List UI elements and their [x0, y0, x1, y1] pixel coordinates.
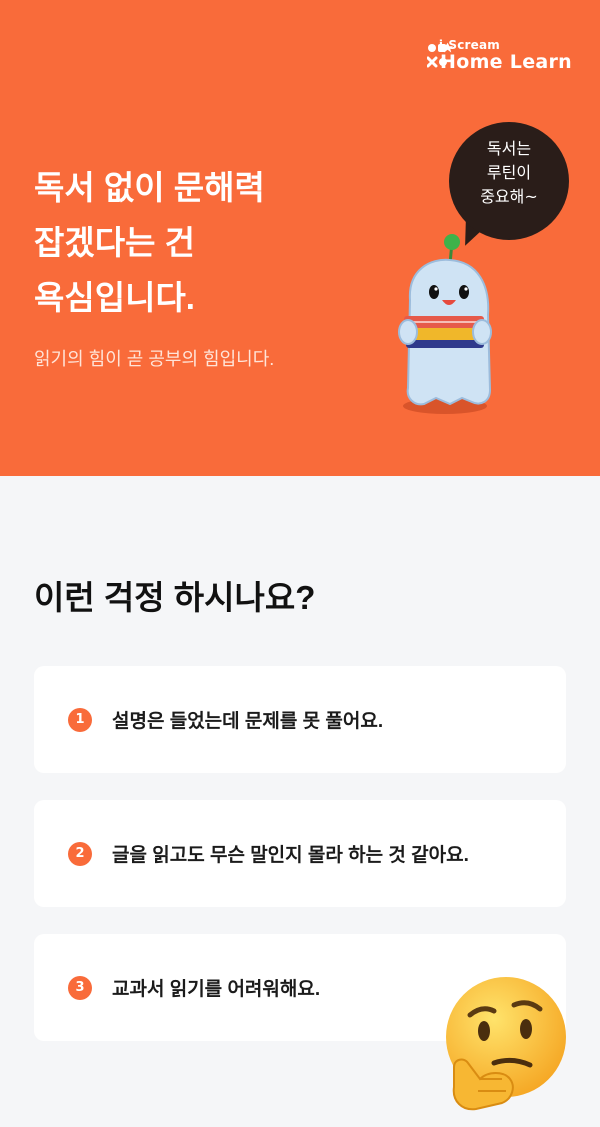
brand-logo[interactable]: i-Scream Home Learn [426, 38, 572, 73]
hero-title: 독서 없이 문해력 잡겠다는 건 욕심입니다. [34, 160, 394, 325]
i-scream-logo-icon [426, 42, 453, 68]
number-badge: 3 [68, 975, 92, 1000]
hero-title-line: 독서 없이 문해력 [34, 169, 265, 206]
mascot-holding-books-icon [398, 234, 492, 414]
worry-text: 교과서 읽기를 어려워해요. [112, 979, 321, 1000]
speech-bubble: 독서는 루틴이 중요해~ [449, 122, 569, 240]
thinking-face-icon [446, 977, 566, 1111]
hero-subtitle: 읽기의 힘이 곧 공부의 힘입니다. [34, 349, 275, 369]
worry-text: 글을 읽고도 무슨 말인지 몰라 하는 것 같아요. [112, 845, 469, 866]
worry-card: 2 글을 읽고도 무슨 말인지 몰라 하는 것 같아요. [34, 800, 566, 907]
bubble-line: 중요해~ [480, 187, 538, 206]
hero-title-line: 잡겠다는 건 [34, 224, 195, 261]
number-badge: 2 [68, 841, 92, 866]
brand-main-text: Home Learn [440, 51, 572, 73]
worry-text: 설명은 들었는데 문제를 못 풀어요. [112, 711, 384, 732]
worry-card: 1 설명은 들었는데 문제를 못 풀어요. [34, 666, 566, 773]
hero-title-line: 욕심입니다. [34, 279, 195, 316]
hero-banner: i-Scream Home Learn 독서 없이 문해력 잡겠다는 건 욕심입… [0, 0, 600, 476]
section-title: 이런 걱정 하시나요? [34, 579, 316, 616]
number-badge: 1 [68, 707, 92, 732]
bubble-line: 독서는 [486, 139, 532, 158]
bubble-line: 루틴이 [486, 163, 532, 182]
